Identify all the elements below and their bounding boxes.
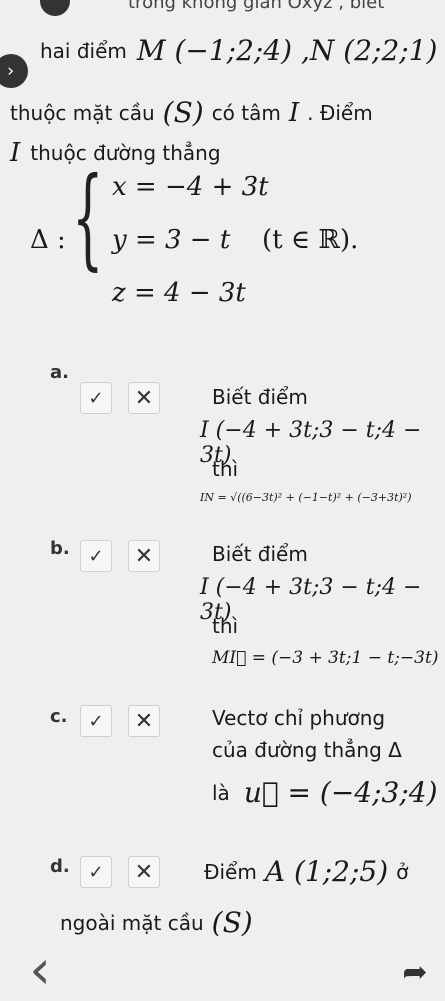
item-a-cross-button[interactable]: ✕: [128, 382, 160, 414]
header-line2-c: I: [288, 97, 300, 128]
check-icon: ✓: [88, 710, 104, 732]
next-button[interactable]: ➦: [395, 952, 435, 992]
item-a-check-button[interactable]: ✓: [80, 382, 112, 414]
item-d-cross-button[interactable]: ✕: [128, 856, 160, 888]
system-eq2: y = 3 − t: [112, 225, 231, 255]
item-b-cross-button[interactable]: ✕: [128, 540, 160, 572]
header-line2-math: (S): [162, 96, 204, 129]
item-b-label: b.: [50, 538, 70, 559]
item-d-check-button[interactable]: ✓: [80, 856, 112, 888]
header-line0: trong không gian Oxyz , biết: [128, 0, 385, 13]
system-brace: {: [72, 153, 104, 281]
header-line1-prefix: hai điểm: [40, 38, 127, 63]
item-d-label: d.: [50, 856, 70, 877]
item-d-line1-tail: ở: [396, 859, 409, 884]
item-b-check-button[interactable]: ✓: [80, 540, 112, 572]
share-arrow-icon: ➦: [402, 954, 428, 990]
prev-button[interactable]: ‹: [20, 943, 60, 997]
system-eq1: x = −4 + 3t: [112, 172, 269, 202]
cross-icon: ✕: [134, 385, 154, 411]
header-line2-b: có tâm: [211, 100, 281, 125]
item-c-label: c.: [50, 706, 68, 727]
item-c-line1: Vectơ chỉ phương: [212, 706, 386, 730]
system-eq3: z = 4 − 3t: [112, 278, 246, 308]
item-c-line3-math: u⃗ = (−4;3;4): [243, 776, 438, 809]
item-a-line3: thì: [212, 457, 239, 481]
cross-icon: ✕: [134, 543, 154, 569]
item-c-cross-button[interactable]: ✕: [128, 705, 160, 737]
item-c-line3: là: [212, 780, 230, 805]
chevron-right-icon: ‹: [7, 60, 15, 82]
item-a-label: a.: [50, 362, 69, 383]
item-c-check-button[interactable]: ✓: [80, 705, 112, 737]
item-a-line1: Biết điểm: [212, 385, 308, 409]
item-d-line2-math: (S): [211, 906, 253, 939]
chevron-left-icon: ‹: [29, 938, 51, 1001]
back-button[interactable]: ‹: [0, 54, 28, 88]
header-line2-d: . Điểm: [307, 100, 373, 125]
item-b-line1: Biết điểm: [212, 542, 308, 566]
top-indicator: [40, 0, 70, 16]
header-line2-a: thuộc mặt cầu: [10, 100, 155, 125]
item-b-line3: thì: [212, 614, 239, 638]
header-line3-b: thuộc đường thẳng: [30, 141, 221, 165]
item-d-line1: Điểm: [204, 859, 257, 884]
item-d-line2: ngoài mặt cầu: [60, 910, 204, 935]
system-domain: (t ∈ ℝ).: [262, 225, 359, 255]
header-line3-a: I: [10, 138, 21, 168]
cross-icon: ✕: [134, 708, 154, 734]
check-icon: ✓: [88, 545, 104, 567]
header-line1-math: M (−1;2;4) ,N (2;2;1): [136, 34, 438, 67]
check-icon: ✓: [88, 861, 104, 883]
item-a-line4: IN = √((6−3t)² + (−1−t)² + (−3+3t)²): [200, 491, 412, 504]
check-icon: ✓: [88, 387, 104, 409]
system-lhs: Δ :: [30, 225, 66, 255]
item-b-line4: MI⃗ = (−3 + 3t;1 − t;−3t): [212, 648, 439, 668]
cross-icon: ✕: [134, 859, 154, 885]
item-c-line2: của đường thẳng Δ: [212, 738, 402, 762]
item-d-line1-math: A (1;2;5): [264, 855, 389, 888]
